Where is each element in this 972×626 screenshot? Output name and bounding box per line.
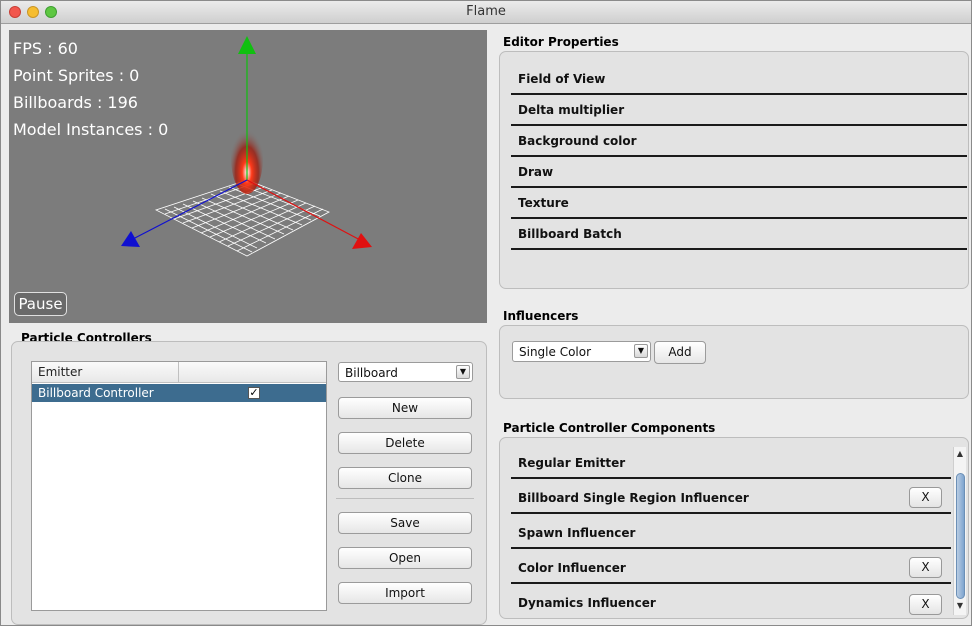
title-bar: Flame: [1, 1, 971, 24]
editor-properties-title: Editor Properties: [503, 35, 619, 49]
dropdown-arrow-icon: ▼: [634, 344, 648, 358]
column-header-emitter[interactable]: Emitter: [38, 365, 82, 379]
row-name: Billboard Controller: [38, 386, 154, 400]
component-color-influencer[interactable]: Color Influencer X: [511, 551, 951, 584]
dropdown-arrow-icon: ▼: [456, 365, 470, 379]
open-button[interactable]: Open: [338, 547, 472, 569]
components-scrollbar[interactable]: ▲ ▼: [953, 447, 966, 615]
model-instances-label: Model Instances : 0: [13, 120, 169, 139]
controller-type-select[interactable]: Billboard ▼: [338, 362, 473, 382]
property-label: Texture: [518, 196, 569, 210]
enabled-checkbox[interactable]: ✓: [248, 387, 260, 399]
property-texture[interactable]: Texture: [511, 188, 967, 219]
remove-component-button[interactable]: X: [909, 557, 942, 578]
influencer-type-value: Single Color: [519, 345, 592, 359]
component-spawn-influencer[interactable]: Spawn Influencer: [511, 516, 951, 549]
pause-button[interactable]: Pause: [14, 292, 67, 316]
component-label: Color Influencer: [518, 561, 626, 575]
new-button[interactable]: New: [338, 397, 472, 419]
render-stats: FPS : 60 Point Sprites : 0 Billboards : …: [13, 38, 168, 146]
point-sprites-label: Point Sprites : 0: [13, 66, 140, 85]
column-divider: [178, 362, 179, 382]
import-button[interactable]: Import: [338, 582, 472, 604]
property-label: Billboard Batch: [518, 227, 622, 241]
component-regular-emitter[interactable]: Regular Emitter: [511, 446, 951, 479]
app-window: Flame FPS: 60 Point Sprites: 0 Billboa…: [0, 0, 972, 626]
remove-component-button[interactable]: X: [909, 487, 942, 508]
preview-viewport[interactable]: FPS : 60 Point Sprites : 0 Billboards : …: [9, 30, 487, 323]
property-label: Field of View: [518, 72, 606, 86]
x-axis: [246, 179, 372, 249]
property-label: Draw: [518, 165, 554, 179]
scroll-down-icon[interactable]: ▼: [954, 599, 966, 613]
scroll-up-icon[interactable]: ▲: [954, 447, 966, 461]
component-billboard-single-region-influencer[interactable]: Billboard Single Region Influencer X: [511, 481, 951, 514]
components-title: Particle Controller Components: [503, 421, 716, 435]
clone-button[interactable]: Clone: [338, 467, 472, 489]
property-label: Background color: [518, 134, 637, 148]
table-row[interactable]: Billboard Controller ✓: [32, 384, 326, 402]
save-button[interactable]: Save: [338, 512, 472, 534]
remove-component-button[interactable]: X: [909, 594, 942, 615]
scrollbar-thumb[interactable]: [956, 473, 965, 599]
button-separator: [336, 498, 474, 499]
property-draw[interactable]: Draw: [511, 157, 967, 188]
window-title: Flame: [466, 4, 506, 19]
property-background-color[interactable]: Background color: [511, 126, 967, 157]
influencers-title: Influencers: [503, 309, 579, 323]
influencers-panel: [499, 325, 969, 399]
influencer-type-select[interactable]: Single Color ▼: [512, 341, 651, 362]
property-delta-multiplier[interactable]: Delta multiplier: [511, 95, 967, 126]
property-billboard-batch[interactable]: Billboard Batch: [511, 219, 967, 250]
property-label: Delta multiplier: [518, 103, 625, 117]
emitter-table[interactable]: Emitter Billboard Controller ✓: [31, 361, 327, 611]
delete-button[interactable]: Delete: [338, 432, 472, 454]
add-influencer-button[interactable]: Add: [654, 341, 706, 364]
component-label: Spawn Influencer: [518, 526, 636, 540]
controller-type-value: Billboard: [345, 366, 398, 380]
component-dynamics-influencer[interactable]: Dynamics Influencer X: [511, 586, 951, 616]
component-label: Regular Emitter: [518, 456, 626, 470]
table-header: Emitter: [32, 362, 326, 383]
fps-label: FPS : 60: [13, 39, 78, 58]
component-label: Dynamics Influencer: [518, 596, 656, 610]
billboards-label: Billboards : 196: [13, 93, 138, 112]
component-label: Billboard Single Region Influencer: [518, 491, 749, 505]
property-field-of-view[interactable]: Field of View: [511, 64, 967, 95]
